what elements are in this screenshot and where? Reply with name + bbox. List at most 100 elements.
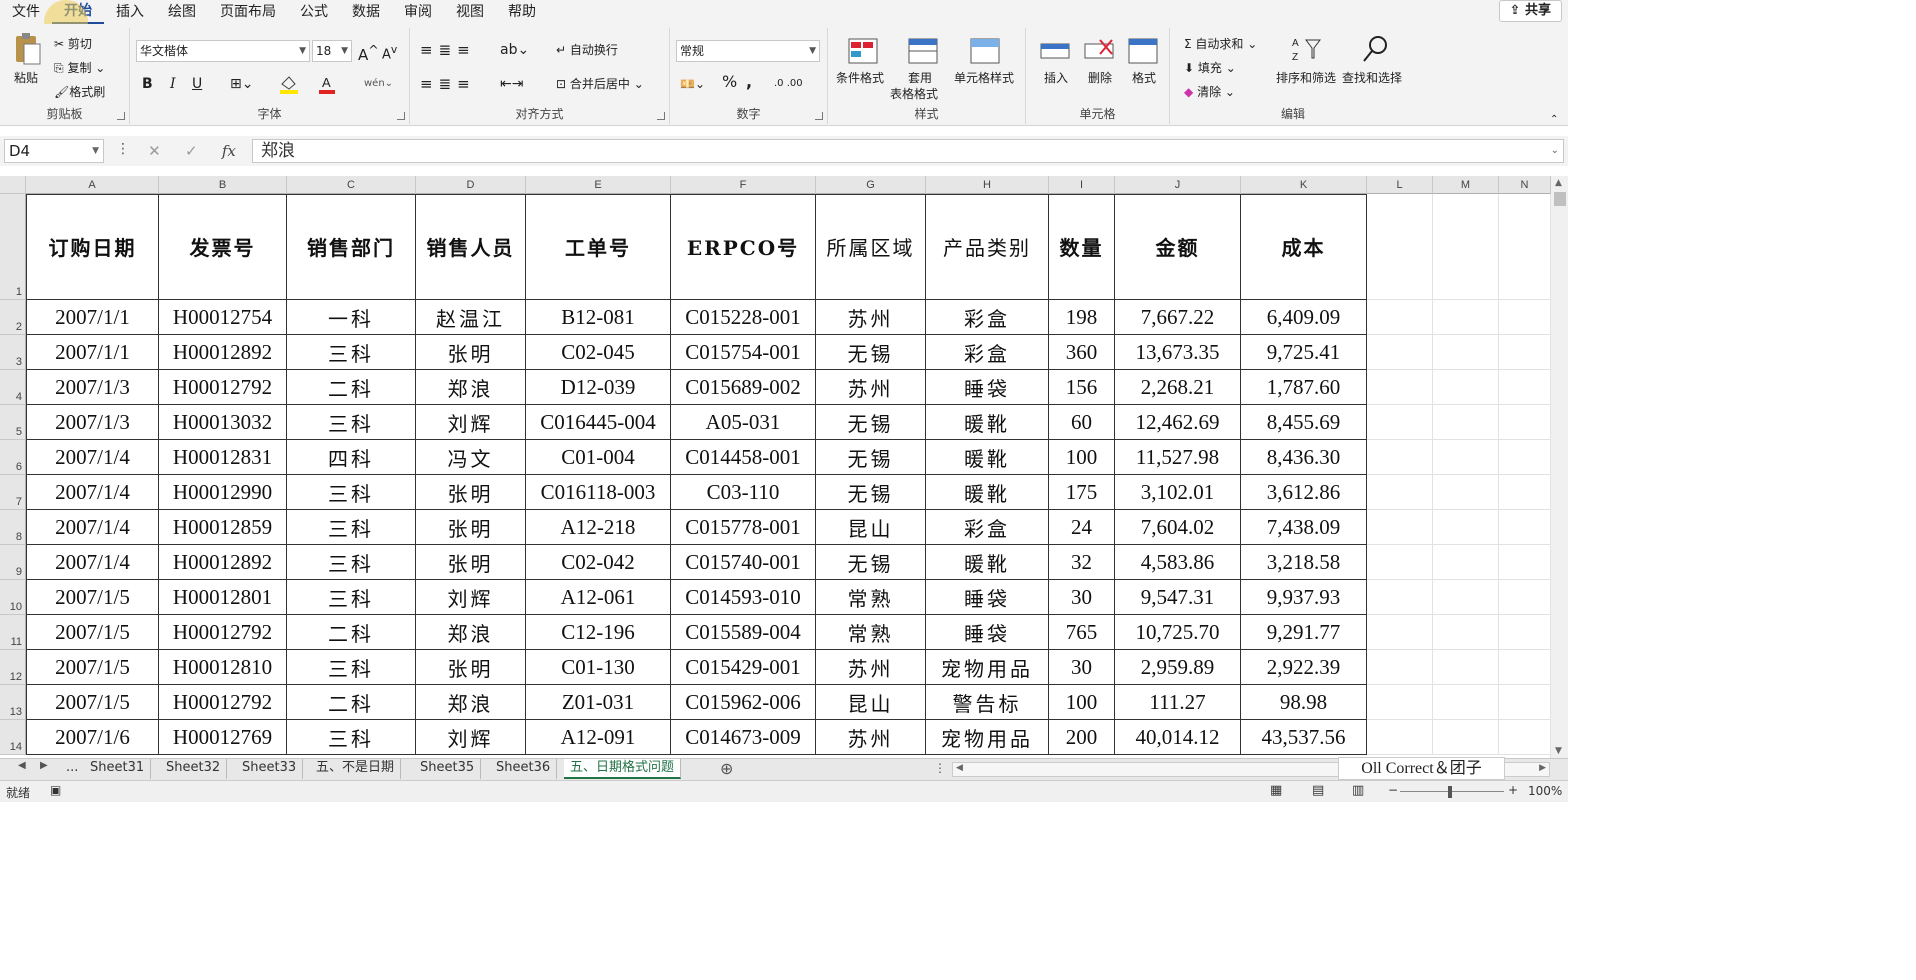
- conditional-format-button[interactable]: 条件格式: [836, 70, 884, 86]
- fill-color-icon[interactable]: [278, 74, 300, 98]
- table-cell[interactable]: 三科: [287, 545, 416, 580]
- font-launcher-icon[interactable]: [397, 112, 405, 120]
- empty-cell[interactable]: [1367, 650, 1433, 685]
- column-header-F[interactable]: F: [671, 176, 816, 194]
- empty-cell[interactable]: [1367, 440, 1433, 475]
- table-format-button[interactable]: 表格格式: [890, 86, 938, 102]
- header-cell[interactable]: 产品类别: [926, 194, 1049, 300]
- table-cell[interactable]: 100: [1049, 685, 1115, 720]
- menu-tab-9[interactable]: 帮助: [496, 1, 548, 23]
- empty-cell[interactable]: [1433, 510, 1499, 545]
- table-cell[interactable]: 苏州: [816, 370, 926, 405]
- indent-icons[interactable]: ⇤⇥: [500, 76, 523, 92]
- format-painter-button[interactable]: 🖌格式刷: [54, 84, 105, 100]
- name-box[interactable]: D4 ▼: [4, 139, 104, 163]
- column-header-I[interactable]: I: [1049, 176, 1115, 194]
- table-cell[interactable]: H00012892: [159, 335, 287, 370]
- empty-cell[interactable]: [1499, 510, 1551, 545]
- clipboard-launcher-icon[interactable]: [117, 112, 125, 120]
- insert-function-icon[interactable]: fx: [222, 142, 236, 160]
- table-cell[interactable]: 刘辉: [416, 580, 526, 615]
- header-cell[interactable]: 销售人员: [416, 194, 526, 300]
- table-cell[interactable]: 刘辉: [416, 720, 526, 755]
- empty-cell[interactable]: [1367, 685, 1433, 720]
- cut-button[interactable]: ✂ 剪切: [54, 36, 92, 52]
- table-cell[interactable]: 刘辉: [416, 405, 526, 440]
- empty-cell[interactable]: [1499, 650, 1551, 685]
- table-cell[interactable]: 张明: [416, 650, 526, 685]
- number-format-select[interactable]: 常规 ▼: [676, 40, 820, 62]
- table-cell[interactable]: 2007/1/1: [26, 300, 159, 335]
- worksheet-grid[interactable]: ▲ ▼ A B C D E F G H I J K L M N 1 2 3 4 5 6 7 8 9 10 11 12 13 14 订购日…: [0, 176, 1568, 758]
- header-cell[interactable]: 所属区域: [816, 194, 926, 300]
- table-cell[interactable]: C015589-004: [671, 615, 816, 650]
- vertical-scrollbar[interactable]: ▲ ▼: [1550, 176, 1568, 758]
- percent-button[interactable]: %: [722, 74, 737, 90]
- empty-cell[interactable]: [1433, 615, 1499, 650]
- empty-cell[interactable]: [1367, 335, 1433, 370]
- table-cell[interactable]: 二科: [287, 370, 416, 405]
- wrap-text-button[interactable]: ↵ 自动换行: [556, 42, 618, 58]
- bold-button[interactable]: B: [142, 76, 153, 92]
- table-cell[interactable]: 无锡: [816, 405, 926, 440]
- table-cell[interactable]: 765: [1049, 615, 1115, 650]
- table-cell[interactable]: C014593-010: [671, 580, 816, 615]
- table-cell[interactable]: 张明: [416, 335, 526, 370]
- row-header[interactable]: 1: [0, 194, 26, 300]
- table-cell[interactable]: 彩盒: [926, 300, 1049, 335]
- zoom-level[interactable]: 100%: [1528, 784, 1562, 798]
- sheet-tab[interactable]: 五、不是日期: [310, 759, 402, 779]
- table-cell[interactable]: H00012792: [159, 685, 287, 720]
- table-cell[interactable]: 6,409.09: [1241, 300, 1367, 335]
- scrollbar-thumb[interactable]: [1554, 192, 1566, 206]
- table-cell[interactable]: C015778-001: [671, 510, 816, 545]
- table-cell[interactable]: 360: [1049, 335, 1115, 370]
- column-header-E[interactable]: E: [526, 176, 671, 194]
- table-cell[interactable]: H00012831: [159, 440, 287, 475]
- table-cell[interactable]: 8,455.69: [1241, 405, 1367, 440]
- empty-cell[interactable]: [1433, 650, 1499, 685]
- table-cell[interactable]: 三科: [287, 335, 416, 370]
- table-cell[interactable]: C015689-002: [671, 370, 816, 405]
- table-cell[interactable]: C016118-003: [526, 475, 671, 510]
- table-cell[interactable]: C03-110: [671, 475, 816, 510]
- column-header-J[interactable]: J: [1115, 176, 1241, 194]
- column-header-B[interactable]: B: [159, 176, 287, 194]
- table-cell[interactable]: 苏州: [816, 650, 926, 685]
- row-header[interactable]: 4: [0, 370, 26, 405]
- empty-cell[interactable]: [1433, 720, 1499, 755]
- table-cell[interactable]: 2,268.21: [1115, 370, 1241, 405]
- table-cell[interactable]: 暖靴: [926, 545, 1049, 580]
- scroll-up-icon[interactable]: ▲: [1555, 178, 1562, 188]
- table-cell[interactable]: 无锡: [816, 335, 926, 370]
- table-cell[interactable]: 郑浪: [416, 370, 526, 405]
- table-cell[interactable]: B12-081: [526, 300, 671, 335]
- scroll-right-icon[interactable]: ▶: [1539, 763, 1546, 773]
- empty-cell[interactable]: [1433, 405, 1499, 440]
- table-cell[interactable]: 1,787.60: [1241, 370, 1367, 405]
- column-header-A[interactable]: A: [26, 176, 159, 194]
- next-sheet-icon[interactable]: ▶: [40, 760, 48, 771]
- column-header-H[interactable]: H: [926, 176, 1049, 194]
- table-cell[interactable]: 二科: [287, 685, 416, 720]
- select-all-corner[interactable]: [0, 176, 26, 194]
- table-cell[interactable]: 四科: [287, 440, 416, 475]
- add-sheet-icon[interactable]: ⊕: [720, 759, 733, 778]
- table-cell[interactable]: 二科: [287, 615, 416, 650]
- comma-button[interactable]: ,: [746, 74, 752, 90]
- delete-button[interactable]: 删除: [1088, 70, 1112, 86]
- insert-button[interactable]: 插入: [1044, 70, 1068, 86]
- page-break-icon[interactable]: ▥: [1352, 783, 1364, 798]
- table-cell[interactable]: H00012892: [159, 545, 287, 580]
- menu-tab-7[interactable]: 审阅: [392, 1, 444, 23]
- scroll-left-icon[interactable]: ◀: [956, 763, 963, 773]
- empty-cell[interactable]: [1433, 545, 1499, 580]
- table-cell[interactable]: 43,537.56: [1241, 720, 1367, 755]
- sort-filter-button[interactable]: 排序和筛选: [1276, 70, 1336, 86]
- empty-cell[interactable]: [1367, 720, 1433, 755]
- table-cell[interactable]: 郑浪: [416, 615, 526, 650]
- table-cell[interactable]: 暖靴: [926, 405, 1049, 440]
- table-cell[interactable]: 睡袋: [926, 370, 1049, 405]
- empty-cell[interactable]: [1433, 685, 1499, 720]
- empty-cell[interactable]: [1499, 615, 1551, 650]
